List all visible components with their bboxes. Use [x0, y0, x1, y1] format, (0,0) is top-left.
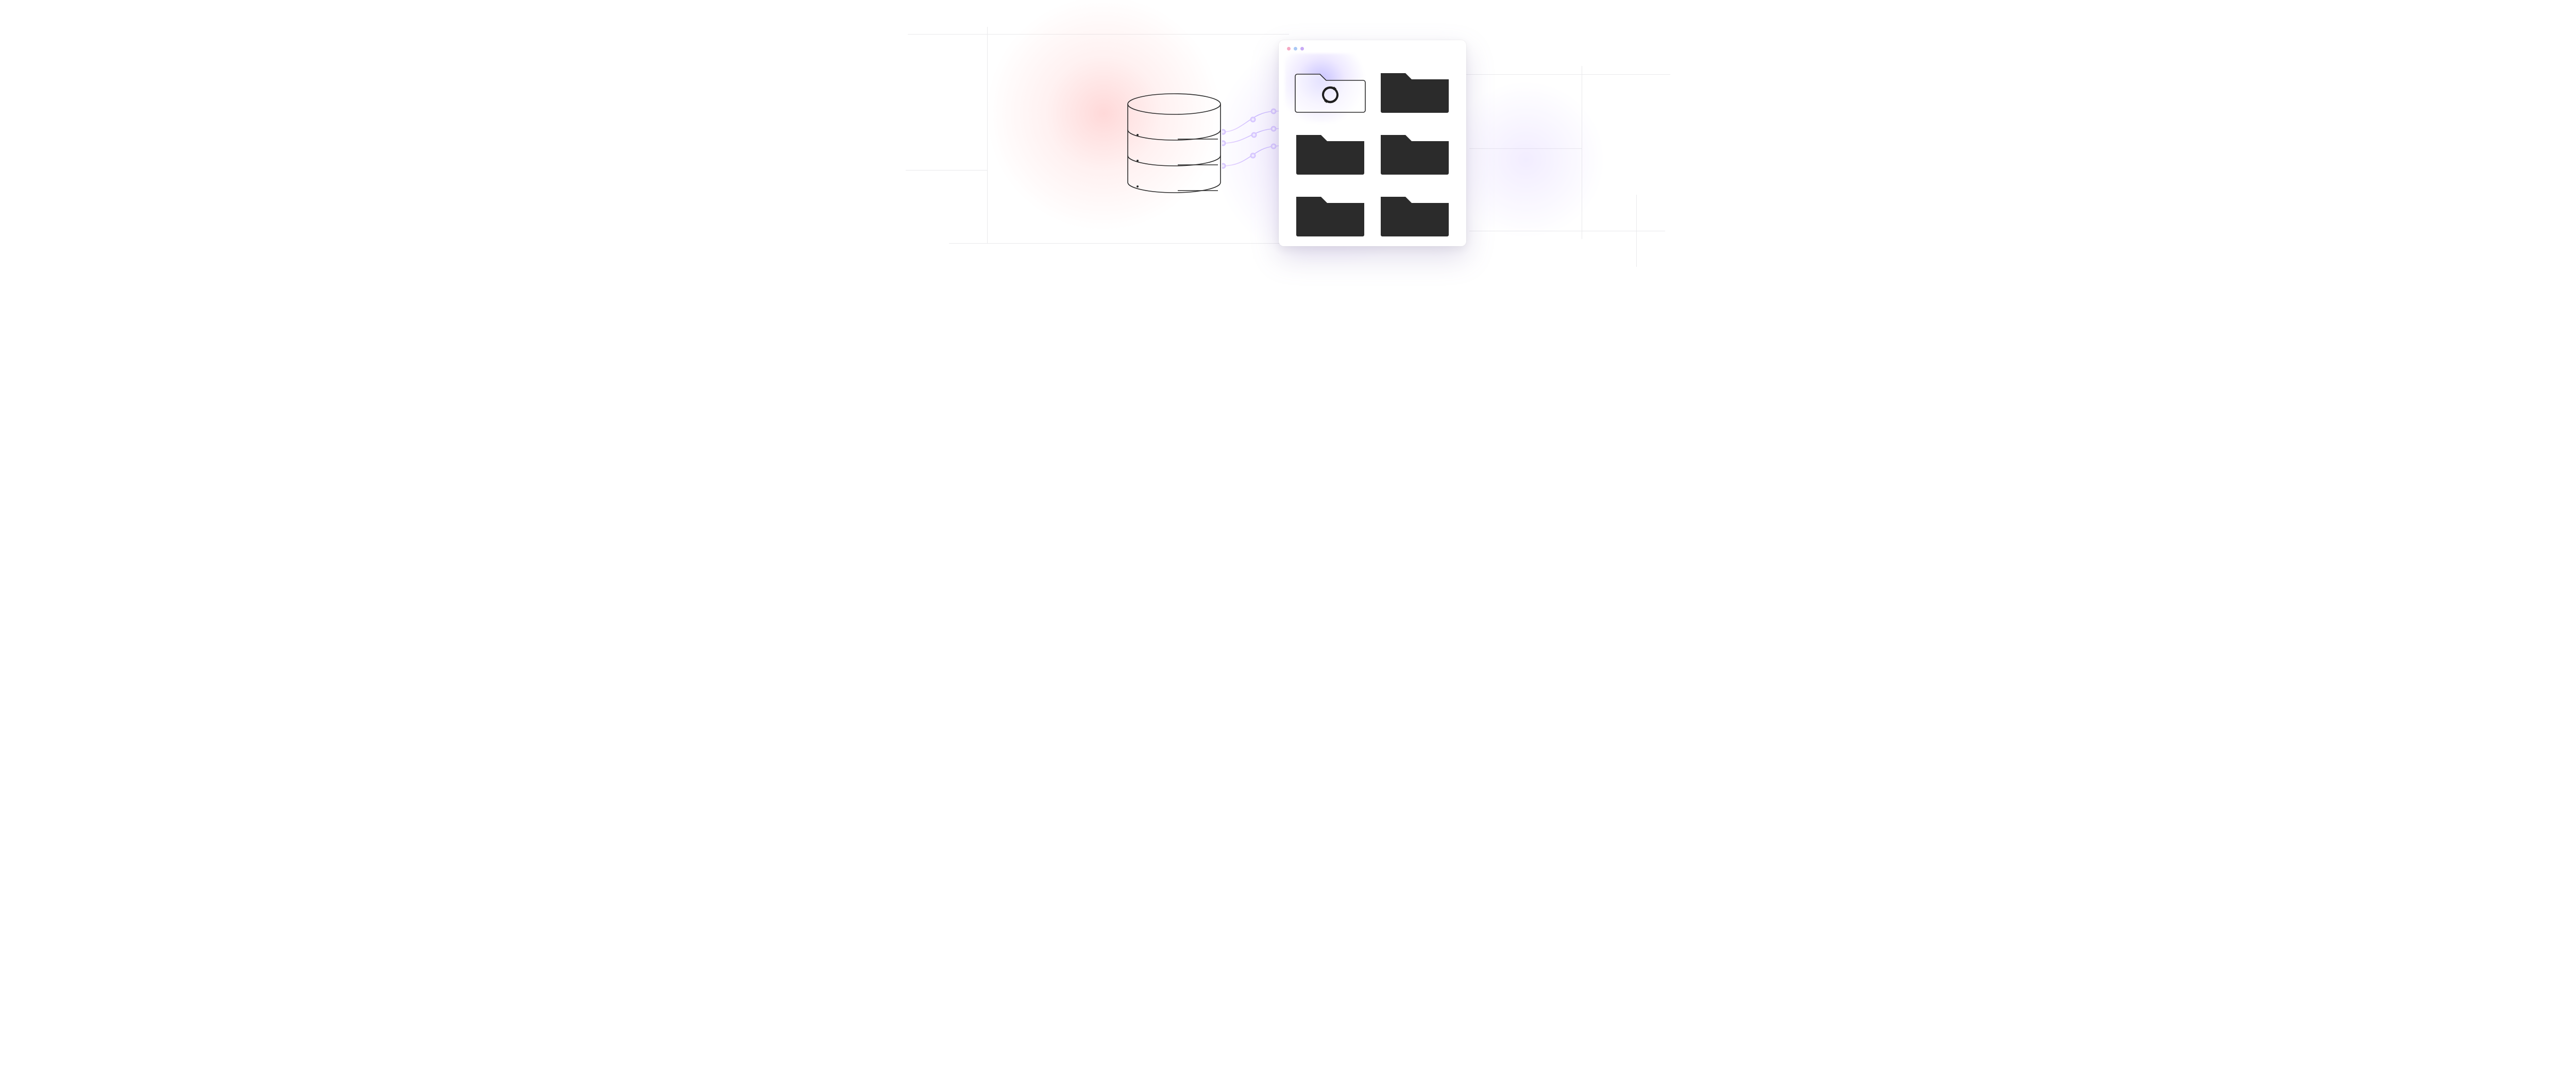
gridline	[987, 27, 988, 243]
folder-icon	[1379, 186, 1451, 237]
database-icon	[1126, 93, 1222, 194]
gridline	[906, 170, 987, 171]
folder-icon	[1294, 186, 1366, 237]
gridline	[1464, 74, 1670, 75]
folder-grid	[1294, 63, 1451, 231]
folder-icon	[1294, 125, 1366, 175]
gridline	[1636, 195, 1637, 267]
traffic-light-dot	[1287, 47, 1291, 50]
traffic-light-dot	[1300, 47, 1304, 50]
gridline	[908, 34, 1289, 35]
window-traffic-lights	[1287, 47, 1304, 50]
file-window	[1279, 40, 1466, 246]
folder-icon	[1379, 63, 1451, 113]
diagram-stage	[892, 0, 1684, 276]
folder-icon	[1379, 125, 1451, 175]
gridline	[949, 243, 1289, 244]
gridline	[1469, 148, 1582, 149]
folder-outline-icon	[1294, 63, 1366, 113]
traffic-light-dot	[1294, 47, 1297, 50]
sync-folder	[1294, 63, 1366, 113]
